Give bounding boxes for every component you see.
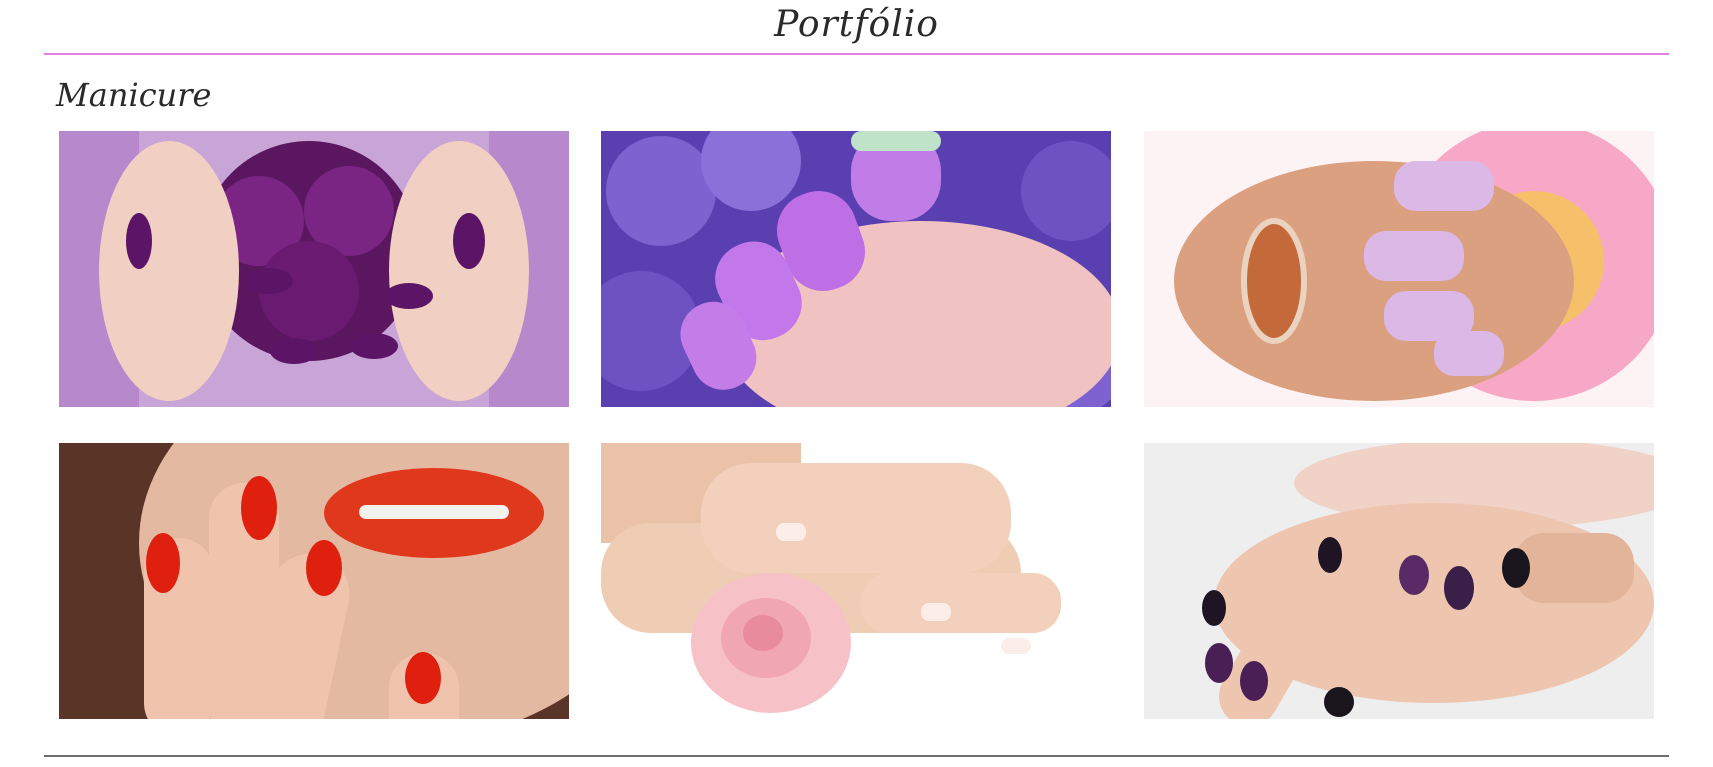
french-nails-rose-photo	[601, 443, 1111, 719]
lilac-nails-flowers-photo	[601, 131, 1111, 407]
gallery-item-french-nails[interactable]	[601, 443, 1111, 719]
gallery-item-purple-nails[interactable]	[59, 131, 569, 407]
header-divider	[44, 53, 1669, 55]
pink-nails-gerbera-photo	[1144, 131, 1654, 407]
gallery-item-red-nails[interactable]	[59, 443, 569, 719]
page-title: Portfólio	[774, 4, 939, 45]
red-nails-lips-photo	[59, 443, 569, 719]
gallery-item-pink-nails[interactable]	[1144, 131, 1654, 407]
footer-divider	[44, 755, 1669, 757]
gallery-item-dark-nails[interactable]	[1144, 443, 1654, 719]
dark-nails-hands-photo	[1144, 443, 1654, 719]
gallery-item-lilac-nails[interactable]	[601, 131, 1111, 407]
purple-nails-roses-photo	[59, 131, 569, 407]
section-title: Manicure	[56, 76, 212, 114]
